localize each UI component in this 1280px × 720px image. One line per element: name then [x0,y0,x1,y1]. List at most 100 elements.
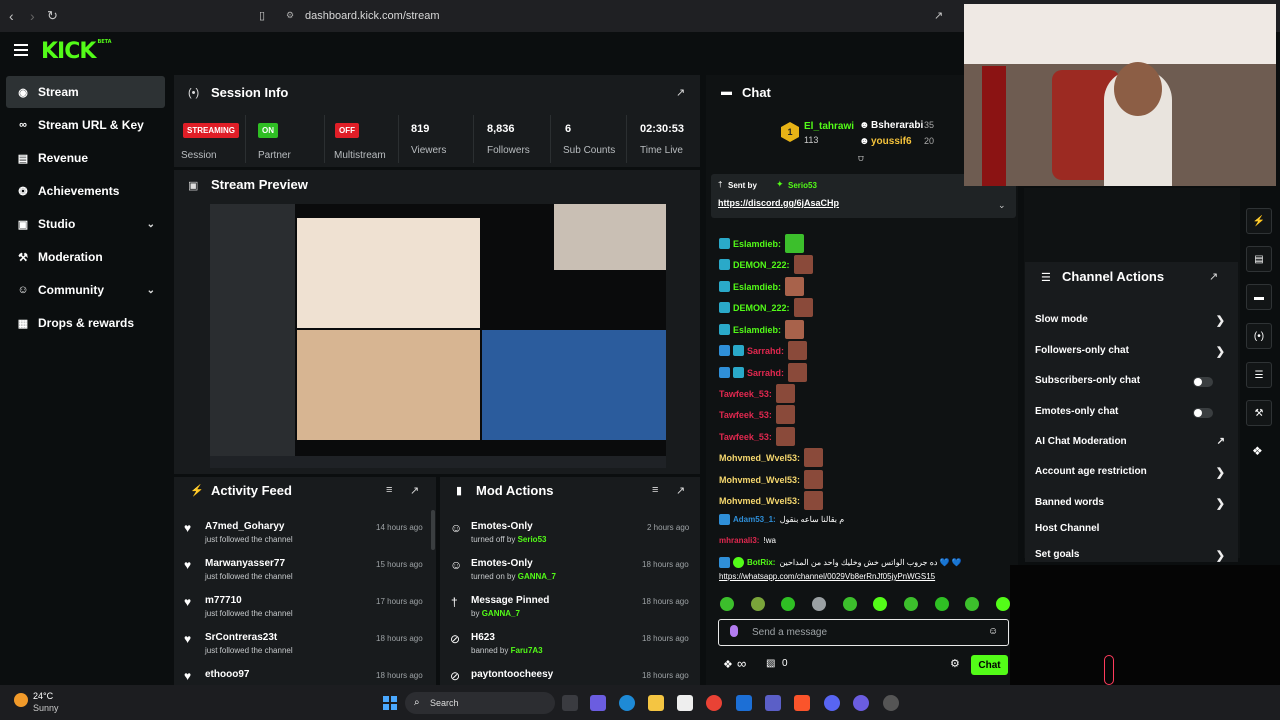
hamburger-menu-icon[interactable] [14,44,28,56]
gift-box-icon[interactable]: ▧ [766,658,775,669]
rail-wrench-icon[interactable]: ⚒ [1246,400,1272,426]
chat-username[interactable]: Sarrahd: [747,368,784,378]
host-channel-row[interactable]: Host Channel [1035,523,1225,545]
teams-icon[interactable] [765,695,781,711]
rail-lightning-icon[interactable]: ⚡ [1246,208,1272,234]
mod-username[interactable]: Serio53 [518,535,547,544]
send-chat-button[interactable]: Chat [971,655,1008,675]
obs-icon[interactable] [883,695,899,711]
popout-icon[interactable]: ↗ [676,86,685,99]
chat-username[interactable]: Eslamdieb: [733,282,781,292]
filter-icon[interactable]: ≡ [652,484,658,496]
microphone-icon[interactable] [730,625,738,637]
edge-icon[interactable] [619,695,635,711]
address-bar[interactable]: dashboard.kick.com/stream [305,10,440,22]
emote-icon[interactable] [903,597,918,611]
top-gifter-name[interactable]: Bsherarabi [871,120,923,131]
reload-icon[interactable]: ↻ [47,8,58,24]
emote-icon[interactable] [750,597,765,611]
pinned-link[interactable]: https://discord.gg/6jAsaCHp [718,198,839,208]
emote-icon[interactable] [995,597,1010,611]
chat-link[interactable]: https://whatsapp.com/channel/0029Vb8erRn… [719,572,935,581]
sidebar-item-achievements[interactable]: ❂ Achievements [6,175,165,207]
sidebar-item-drops-rewards[interactable]: ▦ Drops & rewards [6,307,165,339]
rail-list-icon[interactable]: ☰ [1246,362,1272,388]
app-icon[interactable] [853,695,869,711]
rail-document-icon[interactable]: ▤ [1246,246,1272,272]
activity-username[interactable]: ethooo97 [205,669,249,680]
kick-logo[interactable]: KICK BETA [41,39,112,64]
scrollbar[interactable] [431,510,435,550]
app-icon[interactable] [590,695,606,711]
taskbar-search[interactable] [405,692,555,714]
forward-icon[interactable]: › [30,8,35,24]
chat-username[interactable]: Eslamdieb: [733,325,781,335]
chat-username[interactable]: mhranali3: [719,536,759,545]
popout-icon[interactable]: ↗ [676,484,685,497]
mail-icon[interactable] [736,695,752,711]
sidebar-item-moderation[interactable]: ⚒ Moderation [6,241,165,273]
chevron-down-icon[interactable]: ⌄ [998,200,1006,211]
share-icon[interactable]: ↗ [934,9,943,22]
activity-username[interactable]: A7med_Goharyy [205,521,284,532]
mod-username[interactable]: Faru7A3 [511,646,543,655]
chat-username[interactable]: Mohvmed_Wvel53: [719,475,800,485]
rail-broadcast-icon[interactable]: (•) [1246,323,1272,349]
chat-username[interactable]: Tawfeek_53: [719,410,772,420]
rail-more-icon[interactable]: ❖ [1252,444,1263,458]
chat-username[interactable]: Mohvmed_Wvel53: [719,496,800,506]
mod-action-name[interactable]: paytontoocheesy [471,669,553,680]
expand-gifters-icon[interactable]: ⩌ [858,153,864,164]
ai-moderation-row[interactable]: AI Chat Moderation ↗ [1035,436,1225,458]
sidebar-item-community[interactable]: ☺ Community ⌄ [6,274,165,306]
windows-start-icon[interactable] [383,696,397,710]
chat-username[interactable]: Tawfeek_53: [719,389,772,399]
chat-username[interactable]: Eslamdieb: [733,239,781,249]
rail-chat-icon[interactable]: ▬ [1246,284,1272,310]
top-gifter-name[interactable]: El_tahrawi [804,121,854,132]
pinned-sender[interactable]: Serio53 [788,181,817,190]
back-icon[interactable]: ‹ [9,8,14,24]
top-gifter-name[interactable]: youssif6 [871,136,912,147]
emote-icon[interactable] [934,597,949,611]
activity-username[interactable]: SrContreras23t [205,632,277,643]
chat-username[interactable]: DEMON_222: [733,260,790,270]
emote-icon[interactable] [965,597,980,611]
brave-icon[interactable] [794,695,810,711]
emoji-picker-icon[interactable]: ☺ [988,626,998,637]
mod-username[interactable]: GANNA_7 [482,609,520,618]
points-icon[interactable]: ❖ [723,658,733,671]
popout-icon[interactable]: ↗ [410,484,419,497]
mod-action-name[interactable]: H623 [471,632,495,643]
followers-only-row[interactable]: Followers-only chat ❯ [1035,345,1225,367]
task-view-icon[interactable] [562,695,578,711]
popout-icon[interactable]: ↗ [1209,270,1218,283]
store-icon[interactable] [677,695,693,711]
emote-icon[interactable] [842,597,857,611]
emotes-only-toggle[interactable] [1193,408,1213,418]
chat-username[interactable]: Sarrahd: [747,346,784,356]
subscribers-only-toggle[interactable] [1193,377,1213,387]
emote-icon[interactable] [781,597,796,611]
filter-icon[interactable]: ≡ [386,484,392,496]
discord-icon[interactable] [824,695,840,711]
slow-mode-row[interactable]: Slow mode ❯ [1035,314,1225,336]
banned-words-row[interactable]: Banned words ❯ [1035,497,1225,519]
activity-username[interactable]: m77710 [205,595,242,606]
site-info-icon[interactable]: ⚙ [286,10,294,21]
mod-username[interactable]: GANNA_7 [518,572,556,581]
activity-username[interactable]: Marwanyasser77 [205,558,285,569]
weather-temp[interactable]: 24°C [33,691,53,701]
emote-icon[interactable] [720,597,734,611]
chat-username[interactable]: Mohvmed_Wvel53: [719,453,800,463]
sidebar-item-stream-url-key[interactable]: ∞ Stream URL & Key [6,109,165,141]
settings-gear-icon[interactable]: ⚙ [950,657,960,670]
chrome-icon[interactable] [706,695,722,711]
chat-username[interactable]: Tawfeek_53: [719,432,772,442]
chat-username[interactable]: Adam53_1: [733,515,776,524]
file-explorer-icon[interactable] [648,695,664,711]
emote-icon[interactable] [873,597,888,611]
sidebar-item-studio[interactable]: ▣ Studio ⌄ [6,208,165,240]
sidebar-item-revenue[interactable]: ▤ Revenue [6,142,165,174]
stream-video[interactable] [210,204,666,468]
